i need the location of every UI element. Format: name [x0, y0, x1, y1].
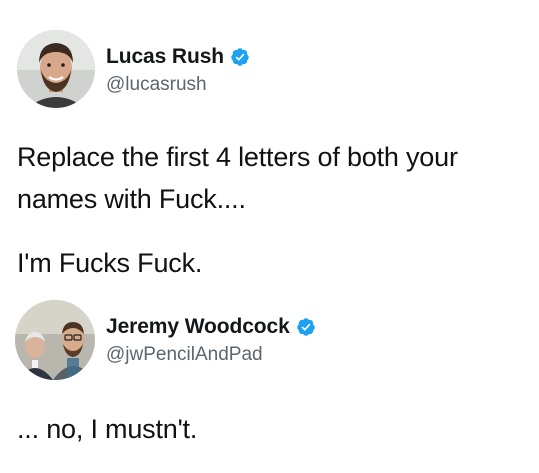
- verified-badge-icon: [296, 317, 316, 337]
- tweet-lucas-rush: Lucas Rush @lucasrush Replace the first …: [0, 30, 539, 278]
- user-handle[interactable]: @jwPencilAndPad: [106, 344, 316, 366]
- user-handle[interactable]: @lucasrush: [106, 74, 250, 96]
- tweet-text: Replace the first 4 letters of both your…: [17, 142, 458, 214]
- tweet-text: I'm Fucks Fuck.: [17, 248, 203, 278]
- user-names: Lucas Rush @lucasrush: [106, 44, 250, 96]
- display-name[interactable]: Jeremy Woodcock: [106, 315, 290, 339]
- tweet-text: ... no, I mustn't.: [17, 414, 198, 444]
- tweet-header: Jeremy Woodcock @jwPencilAndPad: [0, 300, 539, 380]
- display-name[interactable]: Lucas Rush: [106, 45, 224, 69]
- user-names: Jeremy Woodcock @jwPencilAndPad: [106, 314, 316, 366]
- avatar-image: [15, 300, 95, 380]
- avatar[interactable]: [15, 300, 95, 380]
- tweet-jeremy-woodcock: Jeremy Woodcock @jwPencilAndPad ... no, …: [0, 300, 539, 444]
- tweet-header: Lucas Rush @lucasrush: [0, 30, 539, 110]
- verified-badge-icon: [230, 47, 250, 67]
- display-name-row: Lucas Rush: [106, 44, 250, 70]
- avatar[interactable]: [17, 30, 95, 108]
- avatar-image: [17, 30, 95, 108]
- display-name-row: Jeremy Woodcock: [106, 314, 316, 340]
